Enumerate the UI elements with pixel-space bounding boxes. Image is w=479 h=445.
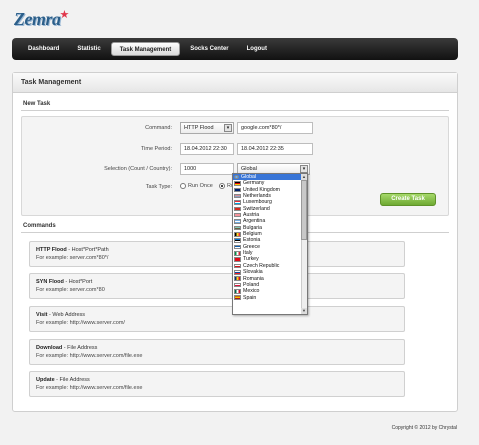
luxembourg-flag-icon (234, 200, 241, 205)
command-name: HTTP Flood (36, 247, 67, 253)
command-name: SYN Flood (36, 279, 64, 285)
nav-statistic[interactable]: Statistic (69, 42, 108, 56)
spain-flag-icon (234, 295, 241, 300)
command-card: Visit - Web Address For example: http://… (29, 306, 405, 332)
task-type-label: Task Type: (145, 184, 172, 190)
divider (21, 110, 449, 111)
country-dropdown-list[interactable]: Global Germany United Kingdom Netherlands Lu… (232, 173, 308, 315)
netherlands-flag-icon (234, 193, 241, 199)
command-desc: - File Address (54, 377, 90, 383)
target-input[interactable]: google.com*80*/ (237, 122, 313, 134)
command-card: HTTP Flood - Host*Port*Path For example:… (29, 241, 405, 267)
time-start-input[interactable]: 18.04.2012 22:30 (180, 143, 234, 155)
logo-text: Zemra (14, 8, 61, 29)
command-desc: - Web Address (47, 312, 86, 318)
commands-title: Commands (23, 223, 56, 229)
nav-dashboard[interactable]: Dashboard (20, 42, 67, 56)
command-desc: - Host*Port (63, 279, 93, 285)
command-example: For example: http://www.server.com/ (36, 320, 125, 326)
command-desc: - File Address (62, 345, 98, 351)
command-card: SYN Flood - Host*Port For example: serve… (29, 273, 405, 299)
country-option-label: Spain (243, 294, 257, 301)
command-label: Command: (145, 125, 172, 131)
command-example: For example: server.com*80 (36, 287, 105, 293)
scroll-down-icon[interactable]: ▼ (301, 308, 307, 314)
nav-task-management[interactable]: Task Management (110, 42, 181, 56)
switzerland-flag-icon (234, 206, 241, 212)
germany-flag-icon (234, 181, 241, 186)
command-card: Download - File Address For example: htt… (29, 339, 405, 365)
mexico-flag-icon (234, 289, 241, 294)
command-desc: - Host*Port*Path (66, 247, 109, 253)
country-select-value: Global (241, 166, 257, 172)
create-task-button[interactable]: Create Task (380, 193, 436, 206)
belgium-flag-icon (234, 232, 241, 237)
chevron-down-icon: ▾ (300, 165, 308, 173)
command-select[interactable]: HTTP Flood ▾ (180, 122, 234, 134)
radio-button-icon (219, 183, 225, 189)
command-name: Update (36, 377, 55, 383)
poland-flag-icon (234, 282, 241, 288)
main-navbar: Dashboard Statistic Task Management Sock… (12, 38, 458, 60)
run-once-label: Run Once (188, 183, 213, 189)
command-example: For example: http://www.server.com/file.… (36, 385, 143, 391)
nav-logout[interactable]: Logout (239, 42, 275, 56)
bulgaria-flag-icon (234, 225, 241, 231)
globe-icon (234, 174, 239, 180)
selection-label: Selection (Count / Country): (104, 166, 172, 172)
logo: Zemra ★ (14, 8, 69, 30)
command-card: Update - File Address For example: http:… (29, 371, 405, 397)
estonia-flag-icon (234, 238, 241, 243)
argentina-flag-icon (234, 219, 241, 224)
italy-flag-icon (234, 251, 241, 256)
count-input[interactable]: 1000 (180, 163, 234, 175)
greece-flag-icon (234, 244, 241, 250)
radio-button-icon (180, 183, 186, 189)
nav-socks-center[interactable]: Socks Center (182, 42, 236, 56)
turkey-flag-icon (234, 257, 241, 262)
time-period-label: Time Period: (141, 146, 172, 152)
country-option[interactable]: Spain (233, 295, 307, 301)
czech-flag-icon (234, 263, 241, 269)
command-name: Download (36, 345, 63, 351)
command-name: Visit (36, 312, 48, 318)
command-example: For example: server.com*80*/ (36, 255, 109, 261)
chevron-down-icon: ▾ (224, 124, 232, 132)
run-once-radio[interactable]: Run Once (180, 183, 213, 189)
command-select-value: HTTP Flood (184, 125, 214, 131)
romania-flag-icon (234, 276, 241, 281)
scrollbar-thumb[interactable] (301, 180, 307, 240)
star-icon: ★ (59, 8, 70, 21)
scrollbar[interactable]: ▲ ▼ (301, 174, 307, 314)
copyright-text: Copyright © 2012 by Chrystal (391, 425, 457, 431)
uk-flag-icon (234, 187, 241, 193)
austria-flag-icon (234, 212, 241, 218)
time-end-input[interactable]: 18.04.2012 22:35 (237, 143, 313, 155)
new-task-title: New Task (23, 101, 51, 107)
panel-title: Task Management (13, 73, 457, 93)
slovakia-flag-icon (234, 270, 241, 275)
command-example: For example: http://www.server.com/file.… (36, 353, 143, 359)
